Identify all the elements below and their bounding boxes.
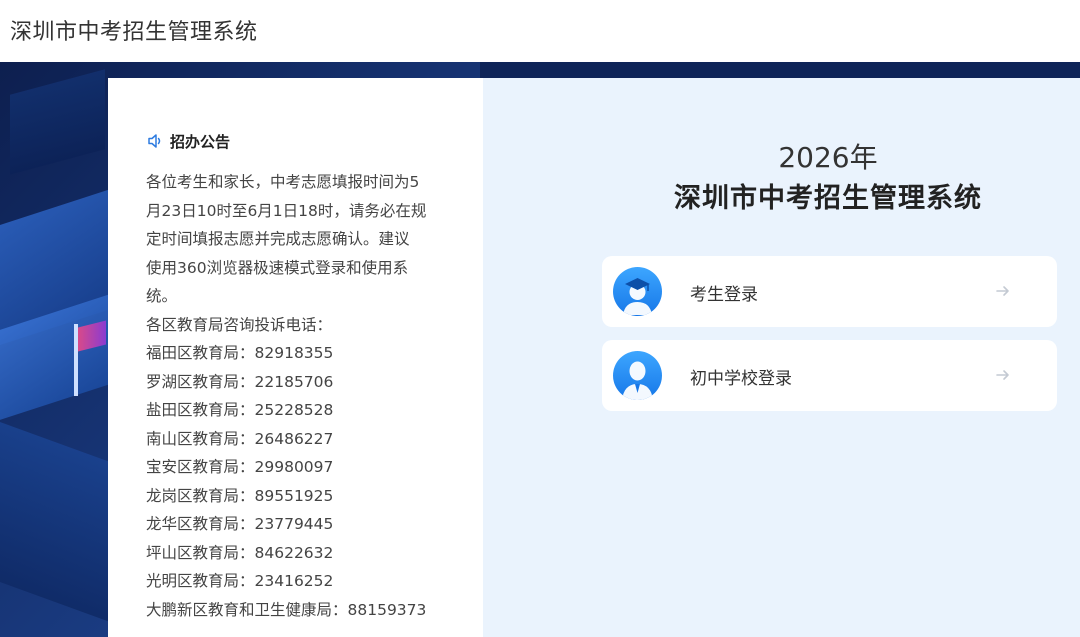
login-panel: 2026年 深圳市中考招生管理系统 考生登录 初中学校登录: [483, 78, 1080, 637]
school-login-label: 初中学校登录: [690, 369, 792, 389]
speaker-icon: [148, 134, 161, 148]
system-title: 深圳市中考招生管理系统: [674, 183, 982, 214]
student-login-label: 考生登录: [690, 285, 758, 305]
notice-phone-line: 盐田区教育局：25228528: [146, 401, 334, 419]
background-strip: [480, 62, 1080, 78]
notice-line: 定时间填报志愿并完成志愿确认。建议: [146, 230, 410, 248]
notice-line: 使用360浏览器极速模式登录和使用系: [146, 258, 409, 277]
top-bar: 深圳市中考招生管理系统: [0, 0, 1080, 62]
notice-phone-line: 罗湖区教育局：22185706: [146, 372, 334, 391]
graduate-avatar-icon: [613, 267, 662, 316]
notice-line: 统。: [146, 287, 178, 305]
notice-body: 各位考生和家长，中考志愿填报时间为5 月23日10时至6月1日18时，请务必在规…: [146, 168, 446, 624]
arrow-right-icon: [996, 286, 1009, 296]
notice-line: 各位考生和家长，中考志愿填报时间为5: [146, 173, 420, 191]
notice-header: 招办公告: [146, 130, 230, 152]
notice-panel: 招办公告 各位考生和家长，中考志愿填报时间为5 月23日10时至6月1日18时，…: [108, 78, 483, 637]
student-login-button[interactable]: 考生登录: [602, 256, 1057, 327]
notice-phone-line: 福田区教育局：82918355: [146, 344, 334, 362]
notice-heading: 招办公告: [170, 132, 231, 151]
notice-phone-line: 坪山区教育局：84622632: [146, 543, 334, 562]
notice-phone-line: 光明区教育局：23416252: [146, 572, 334, 590]
notice-phone-line: 宝安区教育局：29980097: [146, 458, 334, 476]
year-label: 2026年: [778, 141, 878, 174]
notice-phone-line: 龙华区教育局：23779445: [146, 515, 334, 533]
background-block: [0, 421, 110, 623]
app-title: 深圳市中考招生管理系统: [10, 20, 258, 45]
notice-phone-line: 龙岗区教育局：89551925: [146, 486, 334, 505]
school-login-button[interactable]: 初中学校登录: [602, 340, 1057, 411]
notice-phone-line: 南山区教育局：26486227: [146, 429, 334, 448]
background-block: [10, 69, 105, 175]
arrow-right-icon: [996, 370, 1009, 380]
teacher-avatar-icon: [613, 351, 662, 400]
notice-phone-line: 大鹏新区教育和卫生健康局：88159373: [146, 600, 427, 619]
notice-line: 月23日10时至6月1日18时，请务必在规: [146, 201, 427, 220]
notice-line: 各区教育局咨询投诉电话：: [146, 315, 333, 334]
